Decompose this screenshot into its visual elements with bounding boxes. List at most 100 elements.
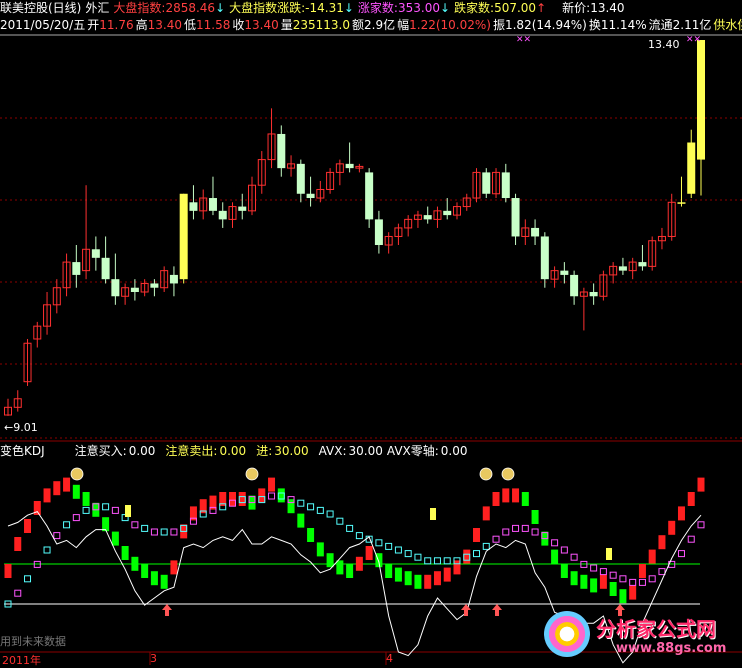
kdj-d-marker	[629, 578, 637, 586]
kdj-k-bar	[189, 506, 197, 521]
kdj-d-marker	[160, 528, 168, 536]
kdj-d-marker	[189, 517, 197, 525]
kdj-d-marker	[424, 557, 432, 565]
kdj-d-marker	[473, 550, 481, 558]
kdj-k-bar	[102, 517, 110, 532]
amt-value: 2.9亿	[364, 18, 396, 32]
kdj-series: ✕✕ ✕✕	[4, 35, 705, 664]
kdj-d-marker	[228, 499, 236, 507]
candle-body	[394, 227, 403, 237]
fall-label: 跌家数:	[454, 1, 495, 15]
candle-body	[228, 206, 237, 220]
kdj-k-bar	[160, 574, 168, 589]
candle-body	[13, 398, 22, 408]
kdj-k-bar	[121, 546, 129, 560]
kdj-k-bar	[199, 499, 207, 514]
candle-series	[4, 40, 705, 416]
kdj-d-marker	[24, 575, 32, 583]
candle-body	[355, 165, 364, 169]
buy-label: 注意买入:	[74, 444, 127, 458]
kdj-d-marker	[443, 557, 451, 565]
kdj-d-marker	[590, 564, 598, 572]
stock-name[interactable]: 联美控股(日线)	[0, 1, 81, 15]
quote-date: 2011/05/20/五	[0, 18, 86, 32]
kdj-k-bar	[677, 506, 685, 521]
candle-body	[277, 133, 286, 169]
vol-value: 235113.0	[292, 18, 350, 32]
candle-body	[326, 171, 335, 190]
kdj-d-marker	[307, 503, 315, 511]
kdj-k-bar	[111, 531, 119, 546]
newprice-value: 13.40	[590, 1, 625, 15]
down-arrow-icon: ↓	[215, 1, 226, 15]
candle-body	[199, 197, 208, 212]
kdj-k-bar	[609, 582, 617, 596]
kdj-k-bar	[258, 488, 266, 503]
xaxis-month-3: 3	[150, 652, 157, 665]
kdj-k-bar	[502, 488, 510, 503]
candle-body	[531, 227, 540, 237]
rise-label: 涨家数:	[357, 1, 398, 15]
candle-body	[462, 197, 471, 208]
kdj-k-bar	[433, 571, 441, 586]
kdj-d-marker	[531, 528, 539, 536]
candle-body	[413, 214, 422, 220]
candle-body	[345, 163, 354, 169]
kdj-k-bar	[385, 564, 393, 578]
kdj-k-bar	[150, 571, 158, 586]
sector-tag[interactable]: 供水供	[713, 18, 742, 32]
buy-value: 0.00	[128, 444, 156, 458]
sell-value: 0.00	[219, 444, 247, 458]
kdj-name[interactable]: 变色KDJ	[0, 444, 45, 458]
kdj-k-bar	[53, 481, 61, 496]
rise-value: 353.00	[397, 1, 440, 15]
kdj-d-marker	[209, 506, 217, 514]
site-logo: 分析家公式网 www.88gs.com	[540, 605, 740, 663]
candle-body	[316, 188, 325, 199]
kdj-k-bar	[541, 531, 549, 546]
kdj-d-marker	[668, 560, 676, 568]
xaxis-month-4: 4	[386, 652, 393, 665]
kdj-d-marker	[463, 553, 471, 561]
kdj-k-bar	[414, 574, 422, 589]
coin-bag-icon	[479, 467, 493, 481]
candle-body	[150, 283, 159, 288]
kdj-k-bar	[355, 556, 363, 571]
index-label: 大盘指数:	[113, 1, 166, 15]
kdj-k-bar	[394, 567, 402, 582]
kdj-d-marker	[512, 524, 520, 532]
candle-body	[452, 206, 461, 216]
kdj-d-marker	[326, 510, 334, 518]
candle-body	[169, 274, 178, 284]
candle-body	[667, 201, 676, 237]
in-value: 30.00	[274, 444, 309, 458]
price-grid	[0, 34, 742, 665]
kdj-header: 变色KDJ 注意买入: 0.00 注意卖出: 0.00 进: 30.00 AVX: 30.00 A…	[0, 443, 472, 460]
vol-label: 量	[280, 18, 293, 32]
candle-body	[91, 249, 100, 258]
low-value: 11.58	[195, 18, 231, 32]
turn-label: 换	[588, 18, 601, 32]
kdj-k-bar	[648, 549, 656, 564]
avx-label: AVX:	[318, 444, 347, 458]
kdj-k-bar	[180, 524, 188, 539]
kdj-d-marker	[365, 535, 373, 543]
kdj-k-bar	[248, 495, 256, 510]
amt-label: 额	[352, 18, 365, 32]
kdj-k-bar	[560, 564, 568, 578]
low-price-tag: ←9.01	[4, 421, 38, 434]
kdj-d-marker	[33, 560, 41, 568]
candle-body	[648, 240, 657, 267]
kdj-d-marker	[570, 553, 578, 561]
candle-body	[550, 270, 559, 280]
kdj-d-marker	[248, 496, 256, 504]
xaxis-year: 2011年	[2, 654, 41, 667]
kdj-k-bar	[570, 571, 578, 586]
kdj-k-bar	[590, 578, 598, 593]
chart-canvas[interactable]: ✕✕ ✕✕	[0, 0, 742, 665]
close-value: 13.40	[244, 18, 279, 32]
kdj-d-marker	[541, 532, 549, 540]
candle-body	[130, 287, 139, 292]
candle-body	[179, 193, 188, 280]
candle-body	[618, 266, 627, 271]
